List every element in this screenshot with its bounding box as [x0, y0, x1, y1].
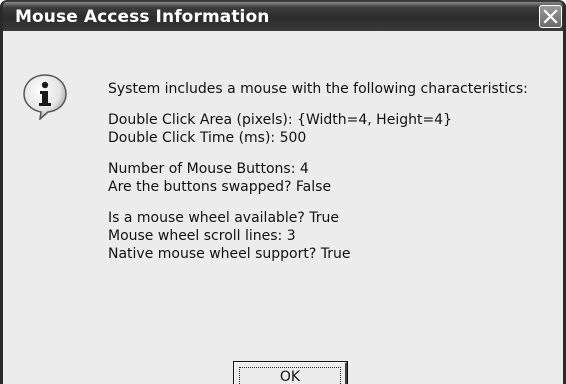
- ok-button-label: OK: [239, 367, 341, 384]
- ok-button[interactable]: OK: [233, 361, 348, 384]
- info-icon: [23, 74, 67, 120]
- close-icon: [543, 9, 558, 24]
- double-click-time-line: Double Click Time (ms): 500: [108, 130, 307, 146]
- dialog-body: System includes a mouse with the followi…: [3, 31, 563, 384]
- message-box-window: Mouse Access Information System includes…: [0, 0, 566, 384]
- button-count-line: Number of Mouse Buttons: 4: [108, 161, 309, 177]
- title-bar[interactable]: Mouse Access Information: [3, 2, 563, 31]
- wheel-scroll-lines-line: Mouse wheel scroll lines: 3: [108, 228, 296, 244]
- buttons-swapped-line: Are the buttons swapped? False: [108, 179, 332, 195]
- native-wheel-support-line: Native mouse wheel support? True: [108, 246, 351, 262]
- close-button[interactable]: [539, 5, 562, 28]
- message-text: System includes a mouse with the followi…: [108, 80, 528, 263]
- window-title: Mouse Access Information: [15, 7, 270, 27]
- double-click-area-line: Double Click Area (pixels): {Width=4, He…: [108, 112, 452, 128]
- wheel-available-line: Is a mouse wheel available? True: [108, 210, 340, 226]
- intro-line: System includes a mouse with the followi…: [108, 81, 528, 97]
